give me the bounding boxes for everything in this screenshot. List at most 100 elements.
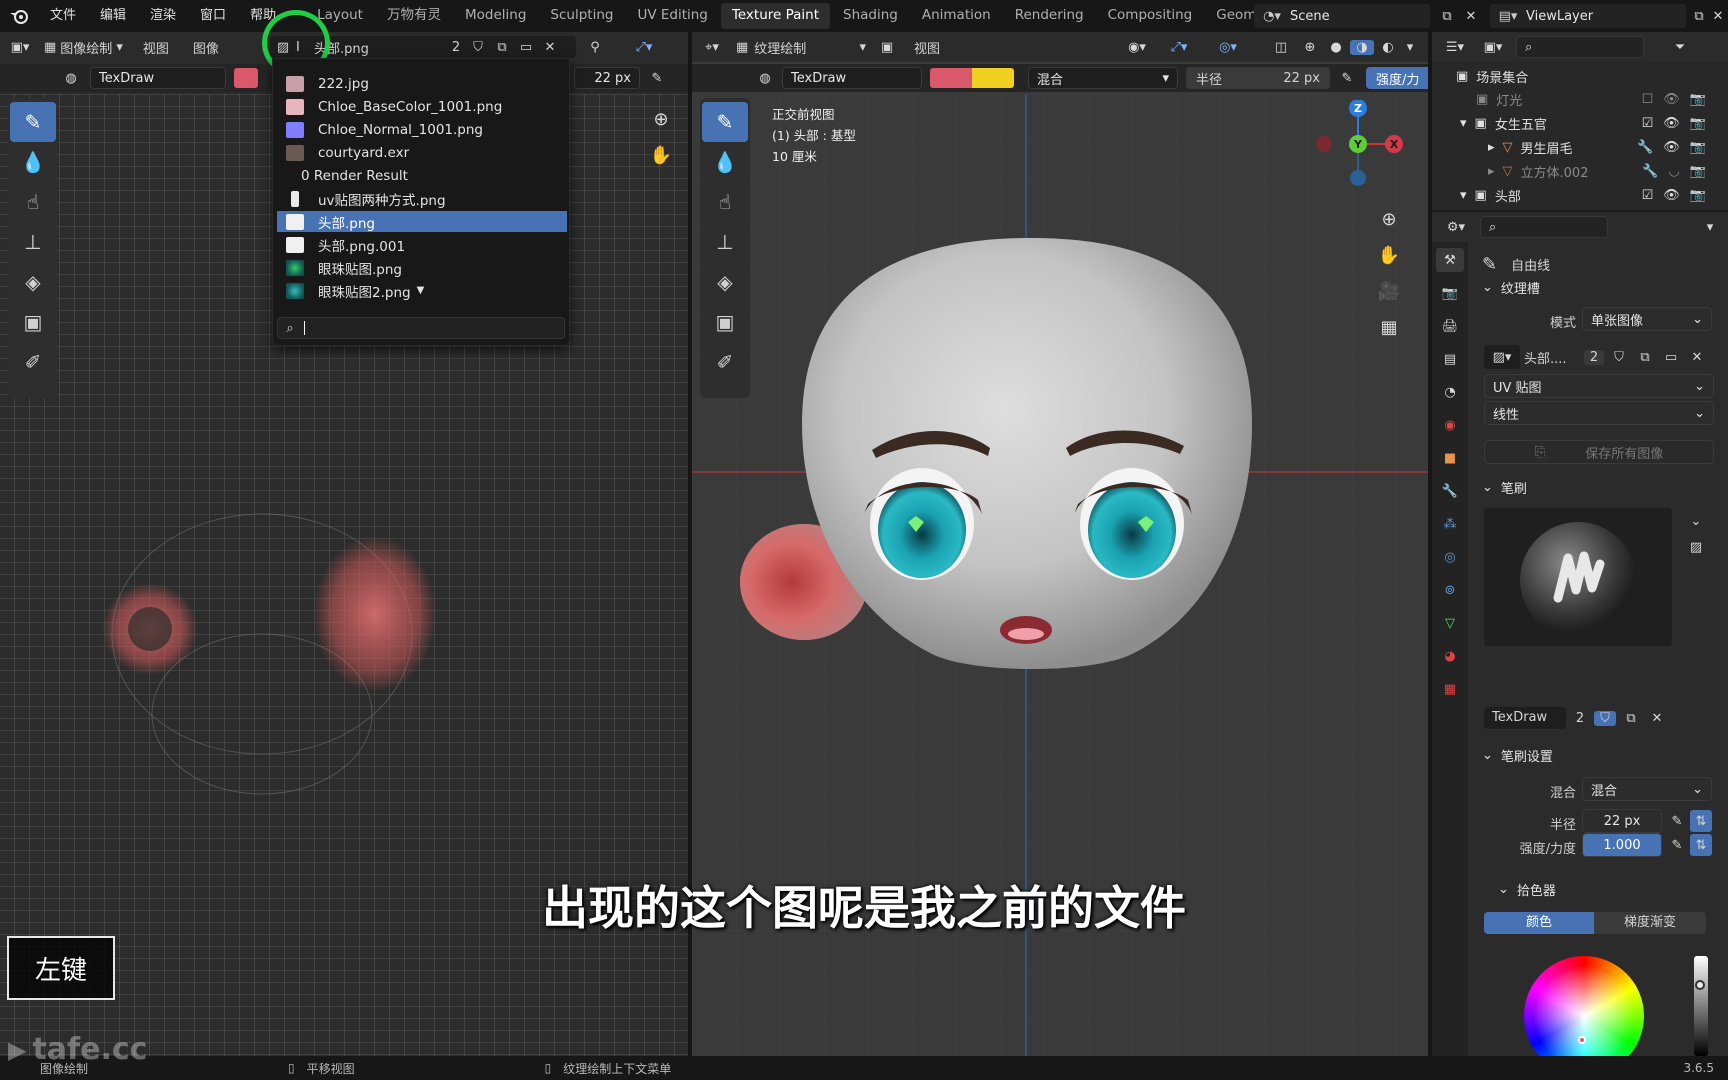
wireframe-shading-icon[interactable]: ⊕: [1298, 40, 1322, 55]
blend-mode-selector[interactable]: 混合 ▾: [1028, 67, 1178, 89]
secondary-color-swatch[interactable]: [972, 68, 1014, 88]
draw-tool-icon[interactable]: ✎: [702, 102, 748, 142]
brush-settings-panel-header[interactable]: ⌄ 笔刷设置: [1482, 746, 1553, 765]
save-all-images-button[interactable]: ⎘ 保存所有图像: [1484, 440, 1714, 464]
editor-type-icon[interactable]: ▣▾: [0, 33, 40, 61]
image-browse-icon[interactable]: ▨▾: [1484, 345, 1520, 369]
unlink-icon[interactable]: ✕: [1686, 350, 1708, 365]
overlays-icon[interactable]: ◎▾: [1208, 36, 1248, 58]
properties-search[interactable]: ⌕: [1480, 216, 1608, 238]
tab-wanwu[interactable]: 万物有灵: [376, 3, 452, 29]
list-item[interactable]: 222.jpg: [277, 73, 567, 94]
list-item-selected[interactable]: 头部.png: [277, 211, 567, 232]
snap-icon[interactable]: ⤢▾: [624, 36, 664, 58]
brush-image-icon[interactable]: ▨: [1682, 536, 1710, 558]
object-tab-icon[interactable]: ■: [1436, 446, 1464, 470]
list-item[interactable]: 眼珠贴图2.png ▼: [277, 280, 567, 301]
menu-image[interactable]: 图像: [193, 38, 219, 57]
brush-datablock[interactable]: TexDraw 2 ⛉ ⧉ ✕: [1484, 706, 1714, 730]
render-tab-icon[interactable]: 📷: [1436, 281, 1464, 305]
annotate-tool-icon[interactable]: ✐: [702, 342, 748, 382]
brush-selector[interactable]: TexDraw: [90, 67, 226, 89]
outliner-type-icon[interactable]: ☰▾: [1440, 40, 1470, 55]
open-folder-icon[interactable]: ▭: [514, 40, 538, 55]
unlink-image-icon[interactable]: ✕: [538, 40, 562, 55]
mask-tool-icon[interactable]: ▣: [10, 302, 56, 342]
tab-shading[interactable]: Shading: [832, 3, 909, 29]
rendered-shading-icon[interactable]: ◐: [1376, 40, 1400, 55]
modifier-tab-icon[interactable]: 🔧: [1436, 479, 1464, 503]
visibility-toggles[interactable]: ☑👁📷: [1642, 188, 1716, 203]
image-mode-selector[interactable]: ▦ 图像绘制 ▾: [44, 38, 123, 57]
new-viewlayer-icon[interactable]: ⧉: [1690, 5, 1708, 27]
pan-hand-icon[interactable]: ✋: [648, 142, 674, 168]
smear-tool-icon[interactable]: ☝: [10, 182, 56, 222]
interpolation-selector[interactable]: 线性 ⌄: [1484, 401, 1714, 425]
expand-icon[interactable]: ▾: [1460, 116, 1467, 131]
strength-pressure-icon[interactable]: ✎: [1666, 834, 1688, 856]
outliner-row-cube[interactable]: ▸ ▽ 立方体.002 🔧◡📷: [1432, 160, 1728, 182]
data-tab-icon[interactable]: ▽: [1436, 611, 1464, 635]
paint-mask-icon[interactable]: ▣: [876, 40, 898, 55]
clone-tool-icon[interactable]: ⊥: [10, 222, 56, 262]
strength-unit-icon[interactable]: ⇅: [1690, 834, 1712, 856]
duplicate-brush-icon[interactable]: ⧉: [1620, 711, 1642, 726]
soften-tool-icon[interactable]: 💧: [10, 142, 56, 182]
constraints-tab-icon[interactable]: ⊚: [1436, 578, 1464, 602]
gizmo-toggle-icon[interactable]: ⤢▾: [1162, 36, 1196, 58]
display-mode-icon[interactable]: ▣▾: [1478, 40, 1508, 55]
radius-field[interactable]: 22 px: [574, 67, 640, 89]
fill-tool-icon[interactable]: ◈: [10, 262, 56, 302]
visibility-toggles[interactable]: 🔧👁📷: [1637, 140, 1716, 155]
perspective-toggle-icon[interactable]: ▦: [1376, 314, 1402, 340]
outliner-row-scene-collection[interactable]: ▣ 场景集合: [1432, 65, 1728, 87]
tab-animation[interactable]: Animation: [911, 3, 1002, 29]
menu-render[interactable]: 渲染: [138, 0, 188, 32]
duplicate-image-icon[interactable]: ⧉: [490, 40, 514, 55]
annotate-tool-icon[interactable]: ✐: [10, 342, 56, 382]
list-item[interactable]: 头部.png.001: [277, 234, 567, 255]
value-slider-handle[interactable]: [1695, 980, 1705, 990]
particles-tab-icon[interactable]: ⁂: [1436, 512, 1464, 536]
color-wheel[interactable]: [1524, 956, 1644, 1056]
viewport-brush-icon[interactable]: ◍: [754, 71, 776, 86]
brush-icon[interactable]: ◍: [60, 71, 82, 86]
menu-window[interactable]: 窗口: [188, 0, 238, 32]
open-folder-icon[interactable]: ▭: [1660, 350, 1682, 365]
scroll-down-icon[interactable]: ▼: [417, 285, 425, 296]
list-item[interactable]: uv贴图两种方式.png: [277, 188, 567, 209]
tab-compositing[interactable]: Compositing: [1097, 3, 1204, 29]
filter-icon[interactable]: ⏷: [1668, 40, 1692, 55]
blender-logo-icon[interactable]: [0, 0, 38, 32]
viewport-pan-icon[interactable]: ✋: [1376, 242, 1402, 268]
scene-selector[interactable]: ◔▾ Scene: [1254, 4, 1430, 28]
value-slider[interactable]: [1694, 956, 1708, 1056]
viewport-zoom-icon[interactable]: ⊕: [1376, 206, 1402, 232]
fake-user-icon[interactable]: ⛉: [1608, 350, 1630, 365]
expand-icon[interactable]: ▾: [1460, 188, 1467, 203]
viewport-editor-type-icon[interactable]: ⌖▾: [692, 33, 732, 61]
mask-tool-icon[interactable]: ▣: [702, 302, 748, 342]
soften-tool-icon[interactable]: 💧: [702, 142, 748, 182]
view-layer-tab-icon[interactable]: ▤: [1436, 347, 1464, 371]
color-swatch[interactable]: [234, 68, 258, 88]
duplicate-icon[interactable]: ⧉: [1634, 350, 1656, 365]
tab-modeling[interactable]: Modeling: [454, 3, 537, 29]
viewport-brush-selector[interactable]: TexDraw: [782, 67, 922, 89]
output-tab-icon[interactable]: 🖨: [1436, 314, 1464, 338]
fill-tool-icon[interactable]: ◈: [702, 262, 748, 302]
color-wheel-cursor[interactable]: [1578, 1036, 1586, 1044]
tool-tab-icon[interactable]: ⚒: [1436, 248, 1464, 272]
brush-preview[interactable]: [1484, 508, 1672, 646]
texture-slots-panel-header[interactable]: ⌄ 纹理槽: [1482, 278, 1540, 297]
menu-view-right[interactable]: 视图: [914, 38, 940, 57]
tab-sculpting[interactable]: Sculpting: [539, 3, 624, 29]
viewlayer-selector[interactable]: ▤▾ ViewLayer: [1490, 4, 1686, 28]
camera-view-icon[interactable]: 🎥: [1376, 278, 1402, 304]
viewport-strength-field[interactable]: 强度/力: [1366, 67, 1428, 89]
radius-pressure-icon[interactable]: ✎: [1666, 810, 1688, 832]
xray-icon[interactable]: ◫: [1270, 36, 1292, 58]
menu-edit[interactable]: 编辑: [88, 0, 138, 32]
brush-panel-header[interactable]: ⌄ 笔刷: [1482, 478, 1527, 497]
strength-slider[interactable]: 1.000: [1582, 833, 1662, 857]
